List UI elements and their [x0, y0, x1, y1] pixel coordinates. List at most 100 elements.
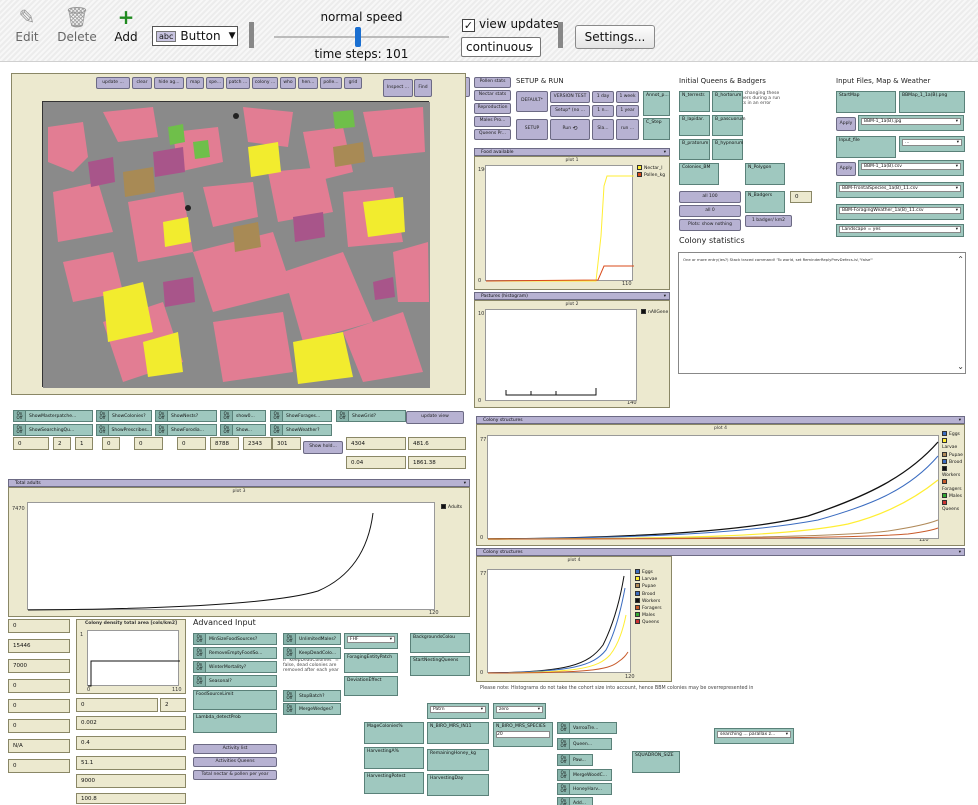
advanced-switch-7[interactable]: On Off MergeWedges? [283, 703, 341, 715]
forage-chooser[interactable]: BBM-ForagingWeather_1a(B)_11.csv ▾ [836, 204, 964, 220]
activities-queens-button[interactable]: Activities Queens [193, 757, 277, 767]
default-button[interactable]: DEFAULT* [516, 91, 548, 112]
start-nesting-input[interactable]: StartNestingQueens [410, 656, 470, 676]
apply-map-button[interactable]: Apply [836, 117, 856, 131]
harvesting-day-input[interactable]: HarvestingDay [427, 774, 489, 796]
advanced-switch-2[interactable]: On Off WinterMortality? [193, 661, 277, 673]
show-switch-1[interactable]: On Off ShowColonies? [96, 410, 152, 422]
queen-input-5[interactable]: B_hypnorum [712, 139, 743, 160]
edit-button[interactable]: ✎ Edit [6, 4, 48, 44]
advanced-switch-0[interactable]: On Off MinSizeFoodSources? [193, 633, 277, 645]
bottom-switch-4[interactable]: On Off HoneyHarv... [557, 783, 612, 795]
advanced-switch-6[interactable]: On Off StopBatch? [283, 690, 341, 702]
nbiro-input[interactable]: N_BIRO_MRS_IN11 [427, 722, 489, 744]
run-button[interactable]: Run ⟲ [550, 119, 590, 140]
show-switch-8[interactable]: On Off ShowForodia... [155, 424, 217, 436]
bottom-switch-3[interactable]: On Off MergeWoodC... [557, 769, 612, 781]
zero-chooser[interactable]: zero ▾ [493, 703, 546, 719]
scroll-down-icon[interactable]: ⌄ [957, 362, 964, 371]
all-100-button[interactable]: all 100 [679, 191, 741, 203]
show-switch-10[interactable]: On Off ShowWeather? [270, 424, 332, 436]
stats-button-4[interactable]: Queens Pr... [474, 129, 511, 140]
show-switch-5[interactable]: On Off ShowGrid? [336, 410, 406, 422]
stats-button-3[interactable]: Males Pro... [474, 116, 511, 127]
harvesting-input[interactable]: HarvestingA% [364, 747, 424, 769]
queen-input-0[interactable]: N_terrestr. [679, 91, 710, 112]
one-day-button[interactable]: 1 day [592, 91, 614, 103]
fhf-chooser[interactable]: FHF ▾ [344, 633, 398, 649]
bottom-switch-0[interactable]: On Off VarroaTre... [557, 722, 617, 734]
stats-button-1[interactable]: Nectar stats [474, 90, 511, 101]
badgers-input[interactable]: N_Badgers [745, 191, 785, 213]
nbiro-species-input[interactable]: N_BIRO_MRS_SPECIES 20 [493, 722, 553, 747]
mage-colonies-input[interactable]: MageColonies% [364, 722, 424, 744]
show-switch-4[interactable]: On Off ShowForages... [270, 410, 332, 422]
total-nectar-button[interactable]: Total nectar & pollen per year [193, 770, 277, 780]
version-test-button[interactable]: VERSION TEST [550, 91, 590, 103]
show-switch-9[interactable]: On Off Show... [220, 424, 266, 436]
search-chooser[interactable]: searching ... parallax z... ▾ [714, 728, 794, 744]
update-view-button[interactable]: update view [406, 411, 464, 424]
plots-show-nothing-button[interactable]: Plots: show nothing [679, 219, 741, 231]
advanced-switch-5[interactable]: On Off KeepDeadColo... [283, 647, 341, 659]
input-file-input[interactable]: Input_file [836, 136, 896, 158]
advanced-switch-1[interactable]: On Off RemoveEmptyFoodSo... [193, 647, 277, 659]
mapsize-chooser[interactable]: BBM-1_1a(B).jpg ▾ [858, 115, 964, 131]
colonies-input[interactable]: Colonies_BM [679, 163, 719, 185]
one-week-button[interactable]: 1 week [616, 91, 639, 103]
all-0-button[interactable]: all 0 [679, 205, 741, 217]
one-year-button[interactable]: 1 year [616, 105, 639, 117]
food-chooser[interactable]: Food available ▾ [474, 148, 670, 156]
run-step-button[interactable]: run ... [616, 119, 639, 140]
file-chooser[interactable]: BBM-1_1a(B).csv ▾ [858, 160, 964, 176]
slow-button[interactable]: Sla... [592, 119, 614, 140]
add-button[interactable]: + Add [105, 4, 147, 44]
pastures-chooser[interactable]: Pastures (histogram) ▾ [474, 292, 670, 300]
show-switch-3[interactable]: On Off show0... [220, 410, 266, 422]
top-button-5[interactable]: patch ... [226, 77, 250, 89]
top-button-4[interactable]: spe... [206, 77, 224, 89]
top-button-7[interactable]: who [280, 77, 296, 89]
speed-slider-thumb[interactable] [355, 27, 361, 47]
bbmap-input[interactable]: BBMap_1_1a(B).png [899, 91, 965, 113]
bottom-switch-5[interactable]: On Off Add... [557, 797, 593, 805]
stats-button-2[interactable]: Reproduction [474, 103, 511, 114]
widget-type-select[interactable]: abc Button ▼ [152, 26, 238, 46]
setup-button[interactable]: SETUP [516, 119, 548, 140]
top-button-9[interactable]: polle... [320, 77, 342, 89]
show-switch-0[interactable]: On Off ShowMasterpatche... [13, 410, 93, 422]
weather-chooser[interactable]: BBM-FrontalSpecies_1a(B)_11.csv ▾ [836, 182, 964, 198]
update-mode-select[interactable]: continuous ⌄ [461, 37, 541, 57]
advanced-switch-3[interactable]: On Off Seasonal? [193, 675, 277, 687]
colony-structures-chooser-2[interactable]: Colony structures ▾ [476, 548, 965, 556]
cstep-input[interactable]: C_Step [643, 118, 670, 140]
startmap-input[interactable]: StartMap [836, 91, 896, 113]
one-badger-button[interactable]: 1 badger/ km2 [745, 215, 792, 227]
top-button-2[interactable]: hide ag... [154, 77, 184, 89]
top-button-6[interactable]: colony ... [252, 77, 278, 89]
setup-no-button[interactable]: Setup* (no ... [550, 105, 590, 117]
speed-slider-track[interactable] [274, 36, 449, 38]
queen-input-3[interactable]: B_pascuorum [712, 115, 745, 136]
lambda-input[interactable]: Lambda_detectProb [193, 713, 277, 733]
activity-list-button[interactable]: Activity list [193, 744, 277, 754]
view-updates-checkbox[interactable]: ✓ [462, 19, 475, 32]
stats-button-0[interactable]: Pollen stats [474, 77, 511, 88]
squadron-size-input[interactable]: SQUADRON_SIZE [632, 751, 680, 773]
total-adults-chooser[interactable]: Total adults ▾ [8, 479, 470, 487]
show-hold-button[interactable]: Show hold... [303, 441, 343, 454]
bottom-switch-1[interactable]: On Off Queen... [557, 738, 612, 750]
species-chooser[interactable]: … ▾ [899, 136, 965, 152]
colony-structures-chooser[interactable]: Colony structures ▾ [476, 416, 965, 424]
landscape-chooser[interactable]: Landscape = yes ▾ [836, 224, 964, 237]
annot-input[interactable]: Annot_p... [643, 91, 670, 116]
queen-input-4[interactable]: B_pratorum [679, 139, 710, 160]
show-switch-7[interactable]: On Off ShowPrescribes... [96, 424, 152, 436]
top-button-1[interactable]: clear [132, 77, 152, 89]
top-button-11[interactable]: Inspect ... [383, 79, 413, 97]
patrn-chooser[interactable]: Patrn ▾ [427, 703, 489, 719]
bottom-switch-2[interactable]: On Off Paw... [557, 754, 593, 766]
show-switch-6[interactable]: On Off ShowSearchingQu... [13, 424, 93, 436]
settings-button[interactable]: Settings... [575, 25, 655, 49]
remaining-honey-input[interactable]: RemainingHoney_kg [427, 749, 489, 771]
